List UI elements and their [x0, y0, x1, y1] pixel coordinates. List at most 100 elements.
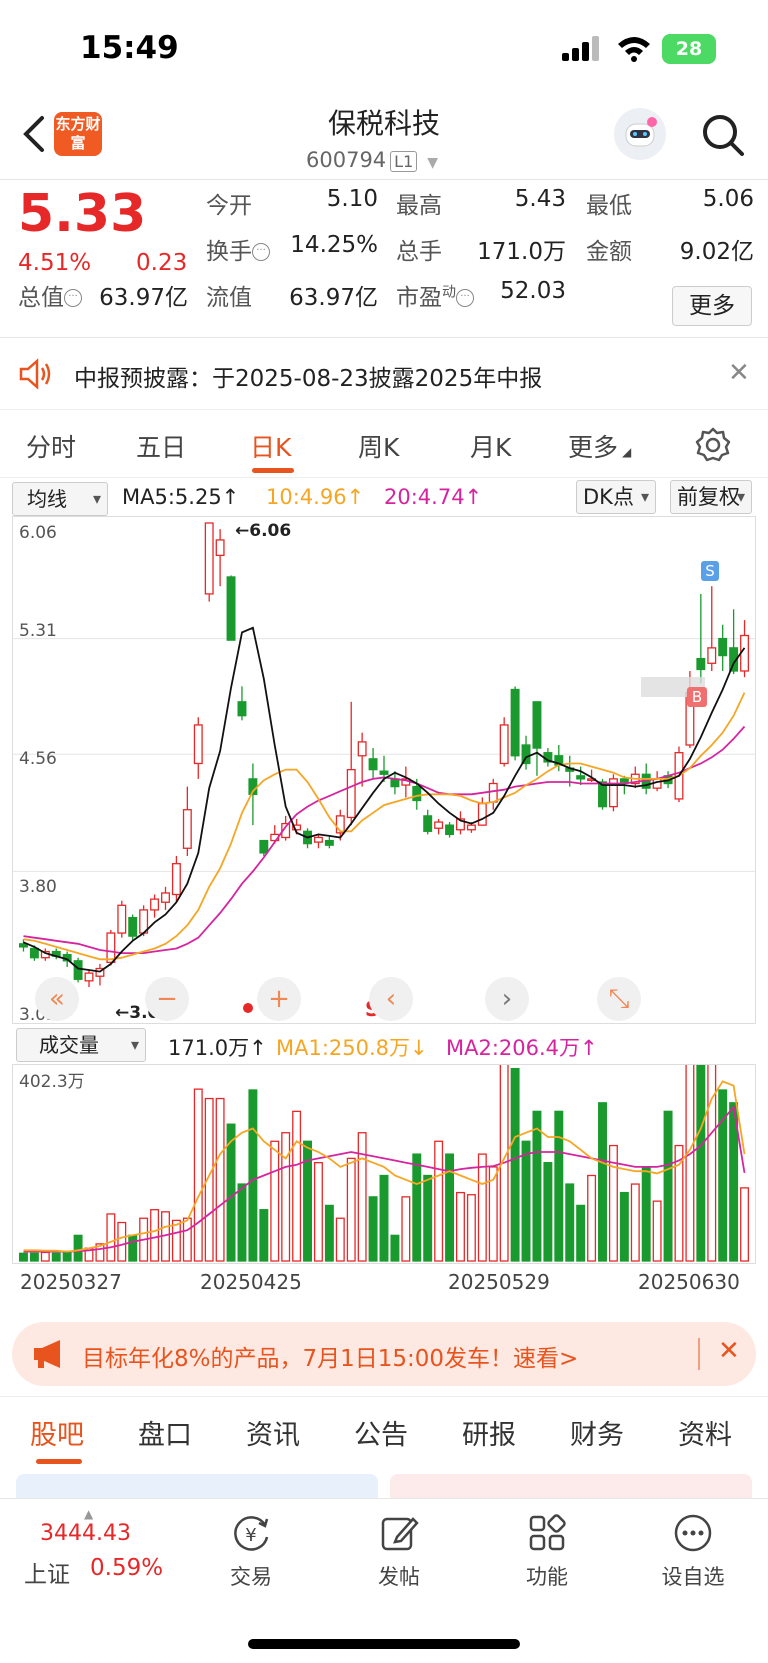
- svg-text:¥: ¥: [245, 1525, 256, 1546]
- candle-body: [696, 658, 706, 671]
- cellular-signal-icon: [562, 36, 599, 61]
- volume-bar: [106, 1213, 116, 1262]
- adjust-button[interactable]: 前复权: [670, 480, 752, 514]
- stock-code-row[interactable]: 600794 L1 ▼: [306, 148, 438, 172]
- active-tab-indicator: [36, 1459, 82, 1464]
- volume-bar: [368, 1196, 378, 1262]
- tab-finance[interactable]: 财务: [570, 1413, 624, 1452]
- index-name[interactable]: 上证: [24, 1555, 70, 1589]
- sell-marker[interactable]: S: [701, 561, 719, 581]
- change-percent: 4.51%: [18, 250, 92, 276]
- volume-bar: [379, 1174, 389, 1262]
- ma5-value: MA5:5.25↑: [122, 485, 240, 509]
- stock-header: 东方财富 保税科技 600794 L1 ▼: [0, 96, 768, 180]
- current-dot: [243, 1003, 253, 1013]
- more-dots-icon[interactable]: ···: [64, 289, 82, 307]
- ma10-value: 10:4.96↑: [266, 485, 365, 509]
- content-card[interactable]: [16, 1474, 378, 1498]
- pe-dynamic-mark: 动: [442, 284, 456, 301]
- functions-button[interactable]: 功能: [502, 1511, 592, 1591]
- volume-bar: [674, 1144, 684, 1262]
- volume-current: 171.0万↑: [168, 1036, 267, 1060]
- prev-button[interactable]: ‹: [369, 977, 413, 1021]
- gear-icon[interactable]: [694, 426, 732, 464]
- volume-bar: [532, 1110, 542, 1262]
- candle-body: [423, 815, 433, 832]
- volume-bar: [73, 1234, 83, 1262]
- indicator-select[interactable]: 均线: [12, 482, 108, 516]
- status-time: 15:49: [80, 30, 179, 66]
- tab-research[interactable]: 研报: [462, 1413, 516, 1452]
- close-icon[interactable]: ✕: [718, 1336, 740, 1366]
- volume-bar: [193, 1088, 203, 1262]
- tab-news[interactable]: 资讯: [246, 1413, 300, 1452]
- tab-weekly-k[interactable]: 周K: [358, 428, 399, 464]
- candle-body: [466, 824, 476, 831]
- candle-body: [357, 741, 367, 757]
- turnover-label: 换手 ···: [206, 232, 270, 266]
- assistant-robot-icon[interactable]: [614, 108, 666, 160]
- max-price-label: ←6.06: [235, 521, 292, 541]
- tab-more[interactable]: 更多 ◢: [568, 428, 631, 464]
- market-cap-label: 总值 ···: [18, 278, 82, 312]
- volume-bar: [740, 1187, 750, 1262]
- rewind-button[interactable]: «: [35, 977, 79, 1021]
- date-label: 20250529: [448, 1270, 550, 1294]
- tab-pankou[interactable]: 盘口: [138, 1413, 192, 1452]
- index-change[interactable]: 0.59%: [90, 1555, 163, 1581]
- tab-profile[interactable]: 资料: [678, 1413, 732, 1452]
- tab-monthly-k[interactable]: 月K: [470, 428, 511, 464]
- zoom-out-button[interactable]: −: [145, 977, 189, 1021]
- tab-intraday[interactable]: 分时: [26, 428, 76, 464]
- more-button[interactable]: 更多: [672, 286, 752, 326]
- volume-indicator-select[interactable]: 成交量: [16, 1028, 146, 1062]
- buy-marker[interactable]: B: [687, 687, 707, 707]
- earnings-notice[interactable]: 中报预披露：于2025-08-23披露2025年中报 ✕: [0, 340, 768, 410]
- candle-body: [412, 785, 422, 802]
- content-tabs: 股吧 盘口 资讯 公告 研报 财务 资料: [0, 1396, 768, 1466]
- high-label: 最高: [396, 193, 442, 219]
- tab-announcements[interactable]: 公告: [354, 1413, 408, 1452]
- candle-body: [346, 768, 356, 819]
- zoom-in-button[interactable]: +: [257, 977, 301, 1021]
- collapse-caret-icon[interactable]: ▲: [84, 1507, 93, 1521]
- open-value: 5.10: [326, 186, 378, 212]
- candlestick-chart[interactable]: 6.06 5.31 4.56 3.80 3.05 ←6.06 ←3.05 S B…: [12, 516, 756, 1025]
- volume-bar: [182, 1217, 192, 1262]
- index-value[interactable]: 3444.43: [40, 1521, 131, 1546]
- tab-five-day[interactable]: 五日: [136, 428, 186, 464]
- next-button[interactable]: ›: [485, 977, 529, 1021]
- volume-bar: [18, 1252, 28, 1262]
- add-watchlist-button[interactable]: 设自选: [648, 1511, 738, 1591]
- candle-body: [434, 821, 444, 829]
- fullscreen-button[interactable]: ⤡: [597, 977, 641, 1021]
- notice-text: 中报预披露：于2025-08-23披露2025年中报: [74, 366, 543, 392]
- candle-body: [488, 782, 498, 803]
- caret-icon: ◢: [622, 445, 632, 459]
- content-card[interactable]: [390, 1474, 752, 1498]
- ma20-value: 20:4.74↑: [384, 485, 483, 509]
- candle-body: [477, 802, 487, 826]
- more-dots-icon[interactable]: ···: [456, 289, 474, 307]
- trade-yen-icon: ¥: [234, 1516, 269, 1551]
- promo-banner[interactable]: 目标年化8%的产品，7月1日15:00发车！速看> ✕: [12, 1322, 756, 1386]
- dk-point-button[interactable]: DK点: [576, 480, 656, 514]
- volume-bar: [477, 1153, 487, 1262]
- volume-bar: [313, 1162, 323, 1262]
- volume-bar: [346, 1157, 356, 1262]
- more-dots-icon[interactable]: ···: [252, 243, 270, 261]
- volume-chart[interactable]: 402.3万: [12, 1064, 756, 1264]
- edit-icon: [381, 1517, 419, 1551]
- y-tick-label: 6.06: [19, 523, 57, 543]
- candle-body: [324, 839, 334, 846]
- tab-guba[interactable]: 股吧: [30, 1413, 84, 1452]
- close-icon[interactable]: ✕: [728, 358, 750, 388]
- y-tick-label: 5.31: [19, 621, 57, 641]
- tab-daily-k[interactable]: 日K: [250, 428, 291, 464]
- search-icon[interactable]: [700, 112, 746, 158]
- volume-bar: [215, 1097, 225, 1262]
- volume-bar: [248, 1089, 258, 1262]
- trade-button[interactable]: ¥ 交易: [206, 1511, 296, 1591]
- candle-body: [259, 839, 269, 854]
- post-button[interactable]: 发帖: [354, 1511, 444, 1591]
